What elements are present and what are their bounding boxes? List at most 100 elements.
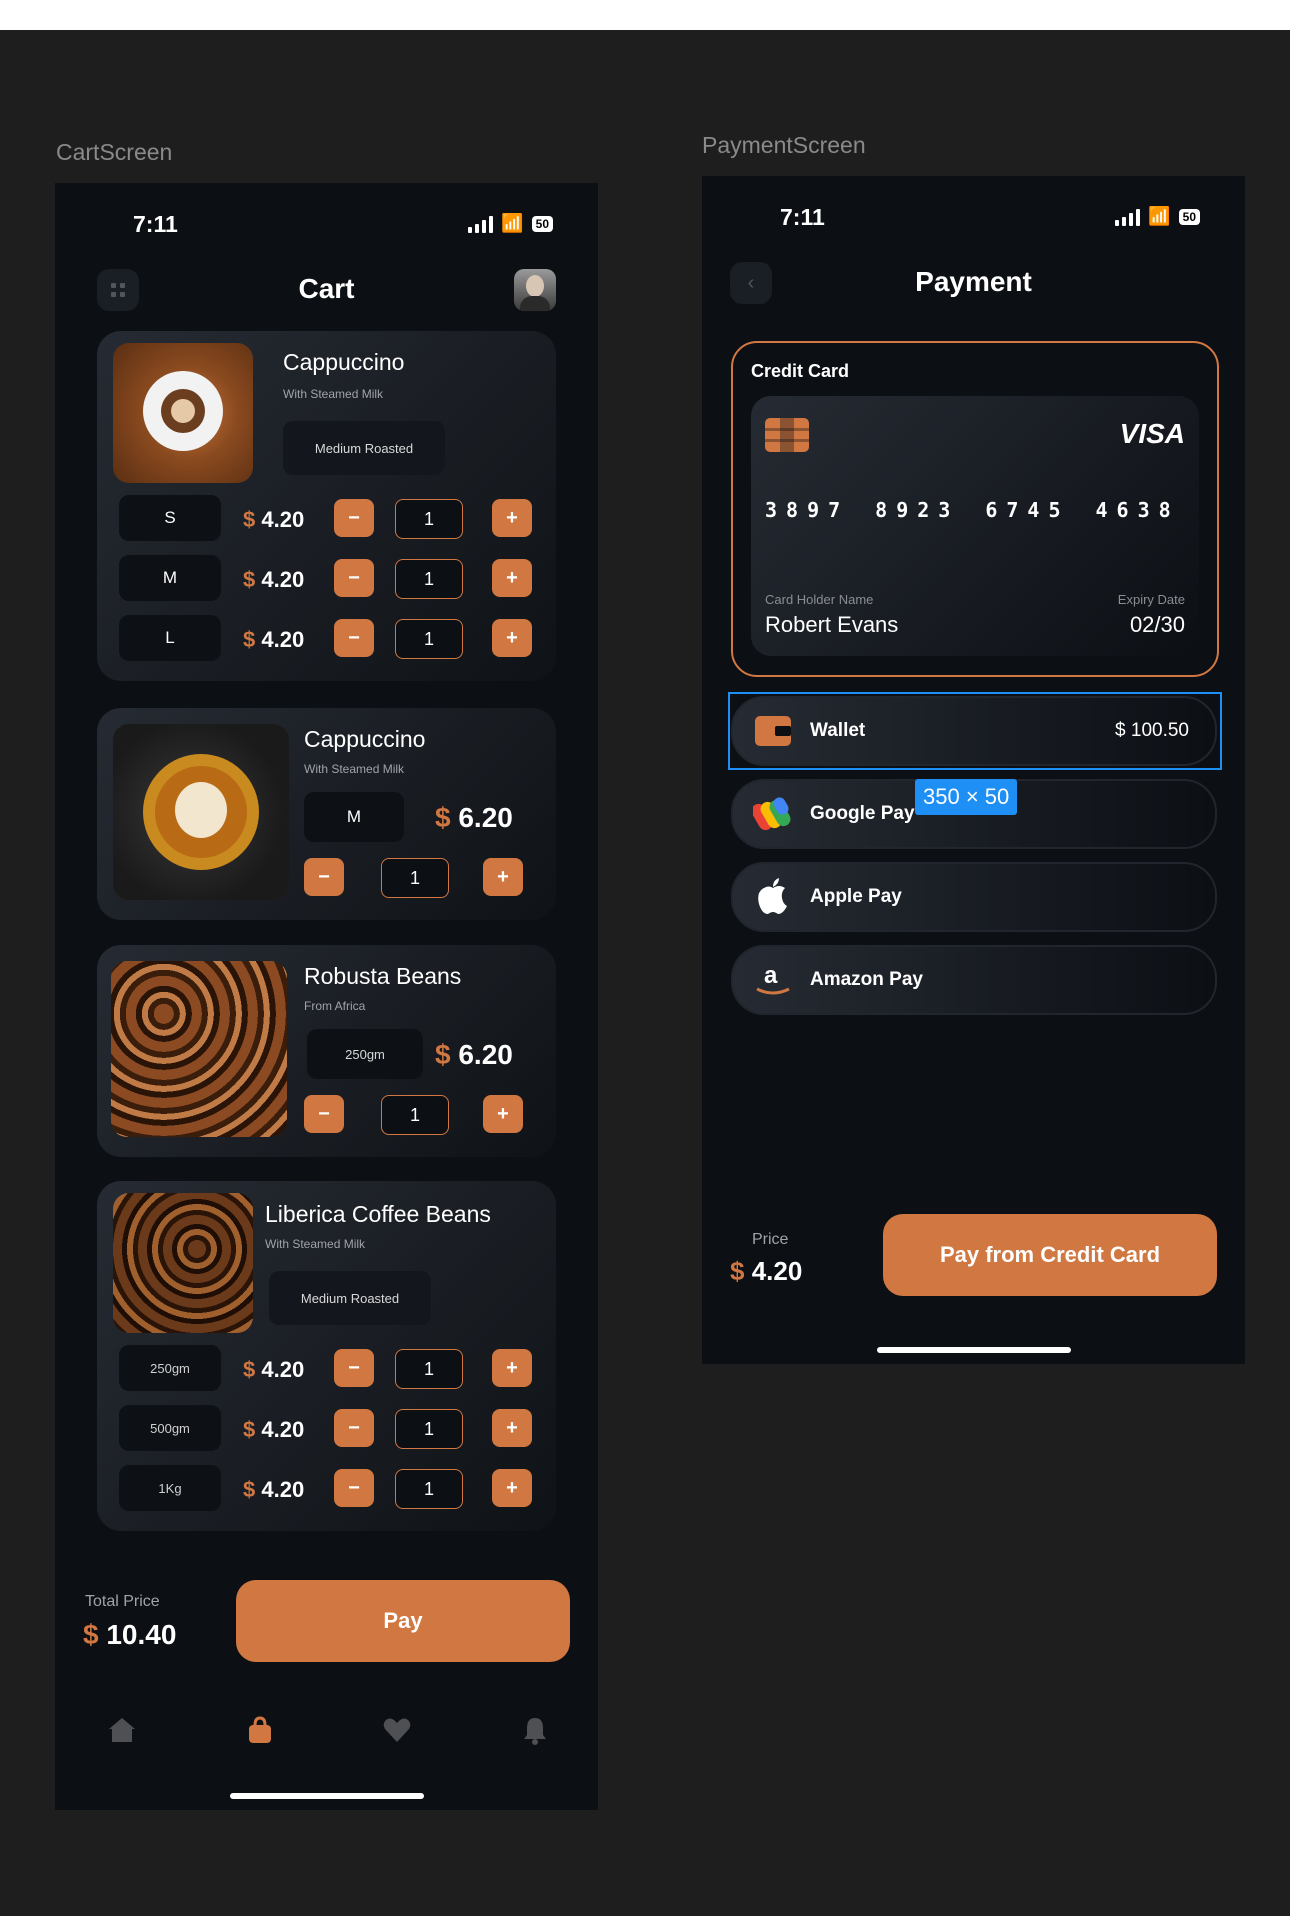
- card-holder-name: Robert Evans: [765, 612, 899, 637]
- credit-card-label: Credit Card: [751, 361, 850, 381]
- product-name: Liberica Coffee Beans: [265, 1201, 491, 1227]
- wallet-amount: $ 100.50: [1115, 720, 1189, 741]
- product-subtitle: With Steamed Milk: [283, 387, 384, 401]
- increment-button[interactable]: +: [483, 1095, 523, 1133]
- total-price: $ 10.40: [83, 1619, 177, 1650]
- credit-card-section[interactable]: Credit Card VISA 3897 8923 6745 4638 Card H…: [731, 341, 1219, 677]
- cart-screen: 7:11 📶 50 Cart Cappuccino With Steamed M…: [55, 183, 598, 1810]
- quantity-field[interactable]: 1: [395, 619, 463, 659]
- increment-button[interactable]: +: [492, 1349, 532, 1387]
- wifi-icon: 📶: [1148, 206, 1171, 226]
- size-price: $ 4.20: [243, 627, 305, 652]
- item-price: $ 6.20: [435, 802, 513, 833]
- expiry-label: Expiry Date: [1117, 592, 1185, 607]
- status-icons: 📶 50: [468, 213, 553, 234]
- size-label: 250gm: [119, 1345, 221, 1391]
- wallet-icon: [755, 716, 791, 746]
- card-holder-label: Card Holder Name: [765, 592, 874, 607]
- google-pay-icon: [753, 797, 791, 831]
- product-name: Robusta Beans: [304, 963, 462, 989]
- increment-button[interactable]: +: [492, 1409, 532, 1447]
- decrement-button[interactable]: −: [304, 858, 344, 896]
- product-image: [113, 1193, 253, 1333]
- product-subtitle: With Steamed Milk: [304, 762, 405, 776]
- quantity-field[interactable]: 1: [395, 499, 463, 539]
- status-icons: 📶 50: [1115, 206, 1200, 227]
- quantity-field[interactable]: 1: [395, 1469, 463, 1509]
- pay-from-credit-card-button[interactable]: Pay from Credit Card: [883, 1214, 1217, 1296]
- product-image: [113, 724, 289, 900]
- signal-icon: [468, 215, 494, 233]
- avatar[interactable]: [514, 269, 556, 311]
- amazon-icon: a: [756, 962, 790, 995]
- battery-icon: 50: [531, 215, 553, 232]
- size-label: S: [119, 495, 221, 541]
- quantity-field[interactable]: 1: [395, 1409, 463, 1449]
- credit-card: VISA 3897 8923 6745 4638 Card Holder Name R…: [751, 396, 1199, 656]
- price-value: $ 4.20: [730, 1256, 803, 1286]
- roast-chip: Medium Roasted: [269, 1271, 431, 1325]
- product-subtitle: From Africa: [304, 999, 366, 1013]
- size-label: 250gm: [307, 1029, 423, 1079]
- apple-pay-option[interactable]: Apple Pay: [731, 862, 1217, 932]
- bag-icon[interactable]: [245, 1715, 275, 1745]
- pay-button[interactable]: Pay: [236, 1580, 570, 1662]
- home-icon[interactable]: [107, 1715, 137, 1745]
- quantity-field[interactable]: 1: [395, 559, 463, 599]
- product-image: [113, 343, 253, 483]
- option-label: Apple Pay: [810, 886, 902, 907]
- status-bar: 7:11 📶 50: [702, 204, 1245, 244]
- home-indicator: [877, 1347, 1071, 1353]
- size-label: 500gm: [119, 1405, 221, 1451]
- size-price: $ 4.20: [243, 1477, 305, 1502]
- signal-icon: [1115, 208, 1141, 226]
- option-label: Google Pay: [810, 803, 915, 824]
- option-label: Wallet: [810, 720, 866, 741]
- svg-text:a: a: [764, 962, 778, 989]
- decrement-button[interactable]: −: [334, 559, 374, 597]
- quantity-field[interactable]: 1: [381, 1095, 449, 1135]
- size-label: L: [119, 615, 221, 661]
- size-price: $ 4.20: [243, 567, 305, 592]
- decrement-button[interactable]: −: [334, 619, 374, 657]
- decrement-button[interactable]: −: [334, 1409, 374, 1447]
- apple-icon: [758, 878, 787, 914]
- chip-icon: [765, 418, 809, 452]
- option-label: Amazon Pay: [810, 969, 923, 990]
- item-price: $ 6.20: [435, 1039, 513, 1070]
- increment-button[interactable]: +: [483, 858, 523, 896]
- cart-item-card: Cappuccino With Steamed Milk M $ 6.20 − …: [97, 708, 556, 920]
- product-image: [111, 961, 287, 1137]
- battery-icon: 50: [1178, 208, 1200, 225]
- increment-button[interactable]: +: [492, 1469, 532, 1507]
- quantity-field[interactable]: 1: [395, 1349, 463, 1389]
- payment-screen: 7:11 📶 50 ‹ Payment Credit Card VISA 389…: [702, 176, 1245, 1364]
- heart-icon[interactable]: [382, 1715, 412, 1745]
- decrement-button[interactable]: −: [334, 1349, 374, 1387]
- size-label: M: [304, 792, 404, 842]
- size-price: $ 4.20: [243, 1357, 305, 1382]
- frame-label-payment: PaymentScreen: [702, 132, 866, 158]
- amazon-pay-option[interactable]: a Amazon Pay: [731, 945, 1217, 1015]
- visa-logo: VISA: [1119, 418, 1185, 449]
- decrement-button[interactable]: −: [334, 499, 374, 537]
- bell-icon[interactable]: [520, 1715, 550, 1745]
- price-label: Price: [752, 1231, 789, 1248]
- top-strip: [0, 0, 1290, 30]
- size-price: $ 4.20: [243, 507, 305, 532]
- frame-label-cart: CartScreen: [56, 139, 173, 165]
- cart-item-card: Liberica Coffee Beans With Steamed Milk …: [97, 1181, 556, 1531]
- increment-button[interactable]: +: [492, 559, 532, 597]
- cart-item-card: Robusta Beans From Africa 250gm $ 6.20 −…: [97, 945, 556, 1157]
- increment-button[interactable]: +: [492, 499, 532, 537]
- quantity-field[interactable]: 1: [381, 858, 449, 898]
- product-name: Cappuccino: [283, 349, 405, 375]
- increment-button[interactable]: +: [492, 619, 532, 657]
- status-time: 7:11: [133, 211, 178, 237]
- wallet-option[interactable]: Wallet $ 100.50: [731, 696, 1217, 766]
- decrement-button[interactable]: −: [334, 1469, 374, 1507]
- decrement-button[interactable]: −: [304, 1095, 344, 1133]
- cart-item-card: Cappuccino With Steamed Milk Medium Roas…: [97, 331, 556, 681]
- wifi-icon: 📶: [501, 213, 524, 233]
- size-label: M: [119, 555, 221, 601]
